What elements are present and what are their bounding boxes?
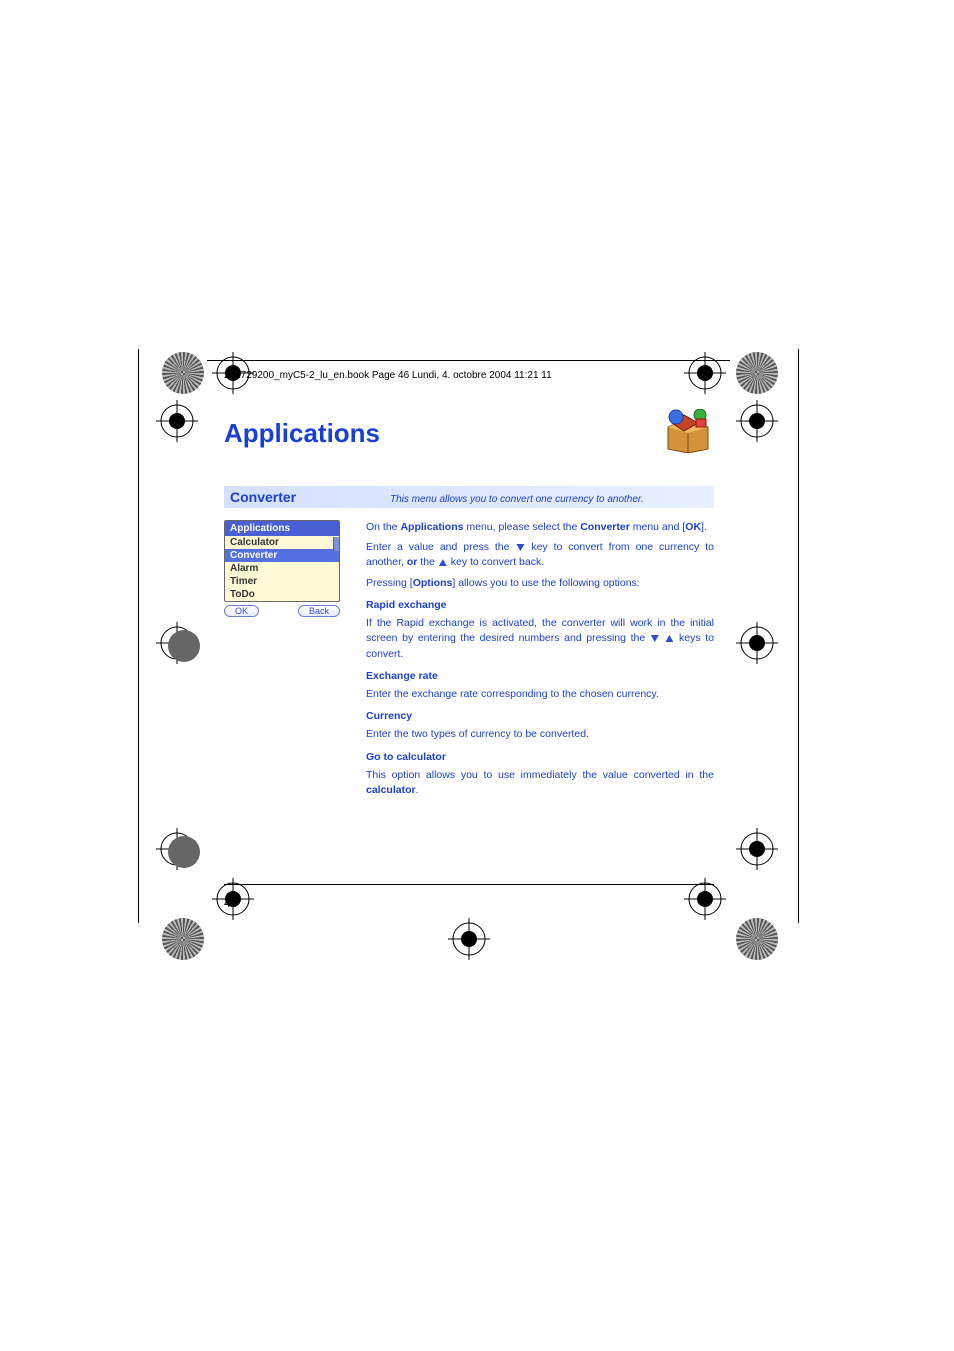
- phone-back-softkey: Back: [298, 605, 340, 617]
- down-key-icon: [651, 635, 659, 642]
- subheading-exchange-rate: Exchange rate: [366, 669, 714, 684]
- registration-mark-icon: [736, 828, 778, 870]
- starburst-icon: [736, 352, 778, 394]
- registration-mark-icon: [156, 400, 198, 442]
- phone-menu-item: Timer: [225, 575, 339, 588]
- dot-icon: [168, 836, 200, 868]
- down-key-icon: [516, 544, 524, 551]
- phone-menu-item-selected: Converter: [225, 549, 339, 562]
- registration-mark-icon: [736, 400, 778, 442]
- scrollbar-thumb: [333, 537, 339, 551]
- applications-package-icon: [658, 409, 714, 458]
- page-title: Applications: [224, 418, 380, 449]
- starburst-icon: [162, 918, 204, 960]
- registration-mark-icon: [736, 622, 778, 664]
- phone-menu-item: Calculator: [225, 536, 339, 549]
- page-number: 46: [224, 896, 237, 910]
- source-header: 251729200_myC5-2_lu_en.book Page 46 Lund…: [224, 370, 714, 381]
- section-title: Converter: [230, 489, 372, 505]
- section-banner: Converter This menu allows you to conver…: [224, 486, 714, 508]
- up-key-icon: [665, 635, 673, 642]
- subheading-currency: Currency: [366, 709, 714, 724]
- body-text: On the Applications menu, please select …: [366, 520, 714, 803]
- phone-menu-item: ToDo: [225, 588, 339, 601]
- dot-icon: [168, 630, 200, 662]
- phone-ok-softkey: OK: [224, 605, 259, 617]
- starburst-icon: [162, 352, 204, 394]
- registration-mark-icon: [448, 918, 490, 960]
- phone-menu-item: Alarm: [225, 562, 339, 575]
- subheading-rapid-exchange: Rapid exchange: [366, 598, 714, 613]
- starburst-icon: [736, 918, 778, 960]
- footer-rule: [224, 884, 714, 885]
- phone-screenshot: Applications Calculator Converter Alarm …: [224, 520, 340, 602]
- up-key-icon: [439, 559, 447, 566]
- section-description: This menu allows you to convert one curr…: [390, 494, 644, 505]
- subheading-go-to-calculator: Go to calculator: [366, 750, 714, 765]
- phone-menu-header: Applications: [225, 521, 339, 536]
